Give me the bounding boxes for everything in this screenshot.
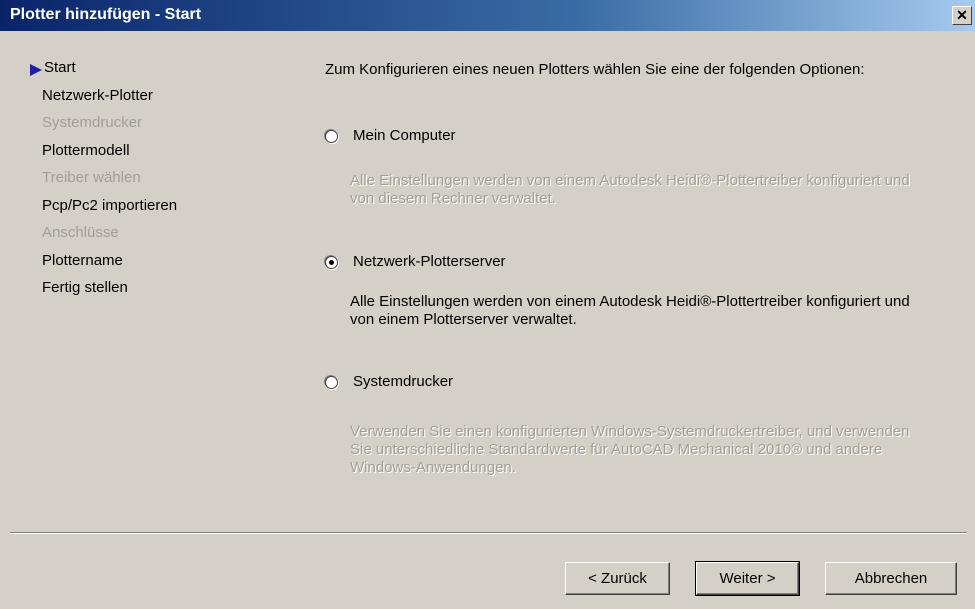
close-icon: ✕ — [956, 7, 968, 23]
nav-step-anschluesse: Anschlüsse — [27, 224, 177, 252]
nav-step-label: Plottername — [42, 251, 123, 269]
radio-button-unchecked-icon[interactable] — [325, 376, 338, 389]
close-button[interactable]: ✕ — [952, 6, 972, 25]
nav-step-fertig-stellen: Fertig stellen — [27, 279, 177, 307]
nav-step-label: Anschlüsse — [42, 224, 119, 241]
nav-step-label: Plottermodell — [42, 141, 130, 159]
cancel-button[interactable]: Abbrechen — [825, 562, 957, 595]
next-button[interactable]: Weiter > — [695, 561, 800, 596]
divider — [10, 532, 967, 534]
option-label[interactable]: Mein Computer — [353, 127, 456, 144]
nav-step-netzwerk-plotter: Netzwerk-Plotter — [27, 87, 177, 115]
nav-step-label: Treiber wählen — [42, 169, 141, 186]
option-description: Alle Einstellungen werden von einem Auto… — [350, 172, 910, 207]
intro-text: Zum Konfigurieren eines neuen Plotters w… — [325, 61, 865, 78]
title-bar: Plotter hinzufügen - Start ✕ — [0, 0, 975, 31]
nav-step-pcp-import: Pcp/Pc2 importieren — [27, 197, 177, 225]
option-label[interactable]: Netzwerk-Plotterserver — [353, 253, 506, 270]
radio-button-unchecked-icon[interactable] — [325, 130, 338, 143]
nav-step-plottermodell: Plottermodell — [27, 142, 177, 170]
back-button[interactable]: < Zurück — [565, 562, 670, 595]
nav-step-treiber-waehlen: Treiber wählen — [27, 169, 177, 197]
option-description: Alle Einstellungen werden von einem Auto… — [350, 293, 910, 328]
main-content: Zum Konfigurieren eines neuen Plotters w… — [325, 60, 885, 79]
nav-step-start: Start — [27, 59, 177, 87]
nav-step-label: Systemdrucker — [42, 114, 143, 131]
nav-step-label: Pcp/Pc2 importieren — [42, 196, 178, 214]
nav-step-label: Netzwerk-Plotter — [42, 86, 153, 104]
nav-step-label: Start — [44, 59, 76, 76]
wizard-steps-nav: Start Netzwerk-Plotter Systemdrucker Plo… — [27, 59, 177, 307]
radio-button-checked-icon[interactable] — [325, 256, 338, 269]
option-label[interactable]: Systemdrucker — [353, 373, 453, 390]
current-step-arrow-icon — [30, 64, 42, 76]
nav-step-label: Fertig stellen — [42, 279, 128, 296]
window-title: Plotter hinzufügen - Start — [10, 6, 202, 23]
option-description: Verwenden Sie einen konfigurierten Windo… — [350, 423, 910, 476]
nav-step-plottername: Plottername — [27, 252, 177, 280]
nav-step-systemdrucker: Systemdrucker — [27, 114, 177, 142]
